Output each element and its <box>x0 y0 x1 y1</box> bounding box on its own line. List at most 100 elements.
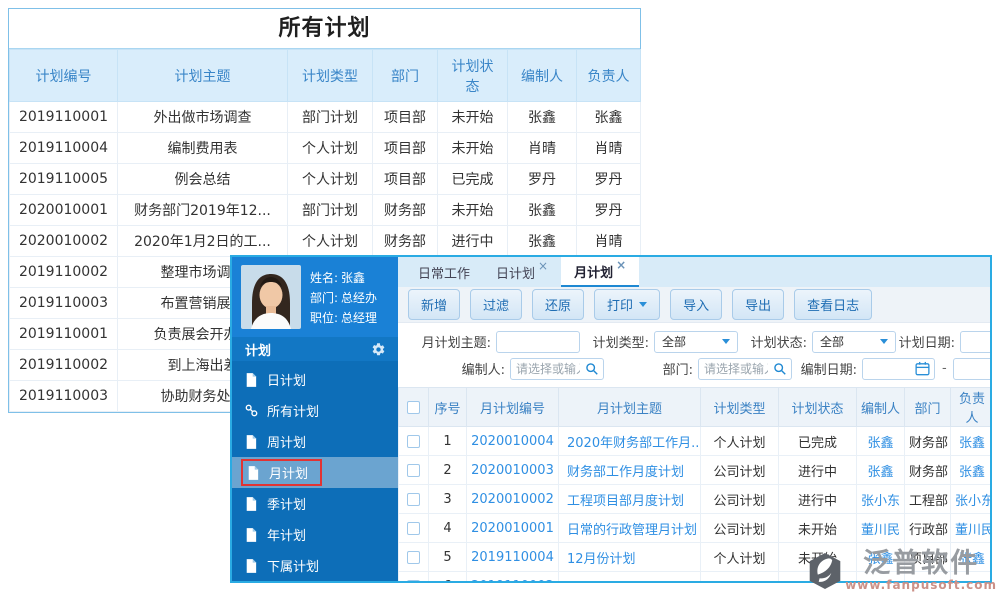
sidebar-item-yearly-plan[interactable]: 年计划 <box>232 519 398 550</box>
table-cell: 肖晴 <box>577 226 641 257</box>
table-cell: 个人计划 <box>288 164 373 195</box>
checkbox[interactable] <box>407 435 420 448</box>
status-label: 计划状态: <box>738 332 812 351</box>
checkbox[interactable] <box>407 551 420 564</box>
button-label: 查看日志 <box>807 295 859 314</box>
compiler-cell[interactable]: 张鑫 <box>857 456 905 485</box>
tab-daily-work[interactable]: 日常工作 <box>405 257 483 287</box>
theme-cell[interactable]: 日常的行政管理月计划 <box>559 514 701 543</box>
tab-label: 月计划 <box>574 262 613 281</box>
checkbox[interactable] <box>407 580 420 582</box>
brand-name: 泛普软件 <box>863 550 979 578</box>
dept-input[interactable] <box>699 360 773 378</box>
print-button[interactable]: 打印 <box>594 289 660 320</box>
filter-button[interactable]: 过滤 <box>470 289 522 320</box>
sidebar-item-daily-plan[interactable]: 日计划 <box>232 364 398 395</box>
search-icon[interactable] <box>585 362 599 376</box>
watermark: 泛普软件 www.fanpusoft.com <box>807 550 997 592</box>
import-button[interactable]: 导入 <box>670 289 722 320</box>
compiler-cell[interactable]: 董川民 <box>857 514 905 543</box>
no-cell[interactable]: 2019110004 <box>467 543 559 572</box>
sidebar-item-quarterly-plan[interactable]: 季计划 <box>232 488 398 519</box>
sidebar-item-label: 年计划 <box>267 525 306 544</box>
table-cell: 未开始 <box>438 133 508 164</box>
dept-cell: 财务部 <box>905 427 951 456</box>
sidebar-item-label: 日计划 <box>267 370 306 389</box>
row-select-cell[interactable] <box>399 543 429 572</box>
table-cell: 肖晴 <box>577 133 641 164</box>
column-header: 部门 <box>905 388 951 427</box>
add-button[interactable]: 新增 <box>408 289 460 320</box>
row-select-cell[interactable] <box>399 427 429 456</box>
close-icon[interactable]: × <box>538 259 548 273</box>
search-icon[interactable] <box>773 362 787 376</box>
compile-date-start-input[interactable] <box>863 360 915 378</box>
checkbox[interactable] <box>407 401 420 414</box>
row-select-cell[interactable] <box>399 485 429 514</box>
owner-cell[interactable]: 张鑫 <box>951 427 991 456</box>
compiler-cell[interactable]: 张鑫 <box>857 427 905 456</box>
theme-cell[interactable]: 2020年财务部工作月... <box>559 427 701 456</box>
checkbox[interactable] <box>407 522 420 535</box>
table-row: 2019110004编制费用表个人计划项目部未开始肖晴肖晴 <box>10 133 641 164</box>
theme-cell[interactable]: 12月份计划 <box>559 543 701 572</box>
sidebar-item-monthly-plan[interactable]: 月计划 <box>232 457 398 488</box>
profile-info: 姓名:张鑫 部门:总经办 职位:总经理 <box>310 265 377 329</box>
column-header: 计划类型 <box>288 50 373 102</box>
no-cell[interactable]: 2020010002 <box>467 485 559 514</box>
compile-date-label: 编制日期: <box>792 359 862 378</box>
row-select-cell[interactable] <box>399 514 429 543</box>
type-label: 计划类型: <box>580 332 654 351</box>
seq-cell: 3 <box>429 485 467 514</box>
calendar-icon[interactable] <box>915 361 930 376</box>
compile-date-end-input[interactable] <box>953 358 992 380</box>
close-icon[interactable]: × <box>616 258 626 272</box>
gear-icon[interactable] <box>371 342 386 357</box>
restore-button[interactable]: 还原 <box>532 289 584 320</box>
type-cell: 公司计划 <box>701 485 779 514</box>
profile-title: 职位:总经理 <box>310 309 377 326</box>
owner-cell[interactable]: 张小东 <box>951 485 991 514</box>
dept-label: 部门: <box>310 291 338 305</box>
plan-date-input[interactable] <box>960 331 992 353</box>
table-row: 22020010003财务部工作月度计划公司计划进行中张鑫财务部张鑫 <box>399 456 991 485</box>
type-select[interactable]: 全部 <box>654 331 738 353</box>
table-cell: 2020年1月2日的工... <box>118 226 288 257</box>
select-all-header[interactable] <box>399 388 429 427</box>
theme-cell[interactable]: 11月部门计划 <box>559 572 701 582</box>
owner-cell[interactable]: 张鑫 <box>951 456 991 485</box>
sidebar-item-all-plans[interactable]: 所有计划 <box>232 395 398 426</box>
theme-cell[interactable]: 财务部工作月度计划 <box>559 456 701 485</box>
row-select-cell[interactable] <box>399 572 429 582</box>
table-cell: 张鑫 <box>577 102 641 133</box>
column-header: 计划编号 <box>10 50 118 102</box>
theme-label: 月计划主题: <box>400 332 496 351</box>
no-cell[interactable]: 2020010001 <box>467 514 559 543</box>
sidebar-menu: 日计划所有计划周计划月计划季计划年计划下属计划 <box>232 361 398 581</box>
sidebar-item-subordinate-plan[interactable]: 下属计划 <box>232 550 398 581</box>
checkbox[interactable] <box>407 493 420 506</box>
page-title: 所有计划 <box>9 9 640 49</box>
no-cell[interactable]: 2020010004 <box>467 427 559 456</box>
sidebar-item-weekly-plan[interactable]: 周计划 <box>232 426 398 457</box>
table-cell: 罗丹 <box>508 164 577 195</box>
no-cell[interactable]: 2020010003 <box>467 456 559 485</box>
table-cell: 未开始 <box>438 195 508 226</box>
export-button[interactable]: 导出 <box>732 289 784 320</box>
status-select[interactable]: 全部 <box>812 331 896 353</box>
compiler-cell[interactable]: 张小东 <box>857 485 905 514</box>
compiler-input[interactable] <box>511 360 585 378</box>
owner-cell[interactable]: 董川民 <box>951 514 991 543</box>
checkbox[interactable] <box>407 464 420 477</box>
theme-cell[interactable]: 工程项目部月度计划 <box>559 485 701 514</box>
view-log-button[interactable]: 查看日志 <box>794 289 872 320</box>
theme-input[interactable] <box>496 331 580 353</box>
no-cell[interactable]: 2019110002 <box>467 572 559 582</box>
table-cell: 外出做市场调查 <box>118 102 288 133</box>
column-header: 计划状态 <box>779 388 857 427</box>
name-label: 姓名: <box>310 271 338 285</box>
tab-daily-plan[interactable]: 日计划× <box>483 257 561 287</box>
table-cell: 个人计划 <box>288 226 373 257</box>
tab-monthly-plan[interactable]: 月计划× <box>561 257 639 287</box>
row-select-cell[interactable] <box>399 456 429 485</box>
